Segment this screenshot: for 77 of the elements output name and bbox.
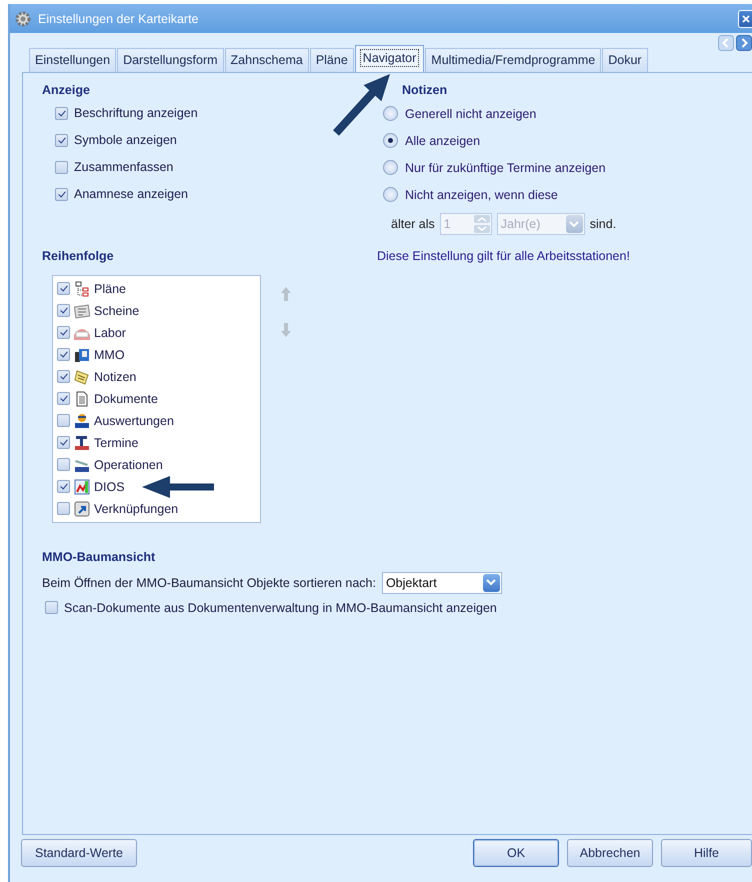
checkbox-label: Symbole anzeigen: [74, 133, 177, 148]
checkbox-label: Labor: [94, 326, 126, 340]
figure-icon: [74, 412, 90, 428]
sort-dropdown[interactable]: Objektart: [382, 572, 502, 594]
checkbox[interactable]: [57, 480, 70, 493]
checkbox[interactable]: [57, 436, 70, 449]
checkbox-label: Zusammenfassen: [74, 160, 174, 174]
checkbox-label: Operationen: [94, 458, 163, 472]
tab[interactable]: Navigator: [354, 45, 424, 72]
checkbox[interactable]: [55, 160, 68, 174]
tree-icon: [74, 280, 90, 296]
gear-icon: [14, 10, 32, 28]
checkbox-label: Scheine: [94, 304, 140, 318]
caret-icon[interactable]: [486, 579, 496, 586]
tab[interactable]: Darstellungsform: [117, 48, 224, 72]
section-heading: Reihenfolge: [42, 248, 115, 262]
tab[interactable]: Einstellungen: [29, 48, 116, 72]
checkbox[interactable]: [57, 414, 70, 427]
checkbox-label: Dokumente: [94, 392, 158, 406]
annotation-arrow: [333, 74, 390, 136]
checkbox-label: Scan-Dokumente aus Dokumentenverwaltung in MMO-Baumansicht anzeigen: [64, 600, 497, 614]
shortcut-icon: [74, 500, 90, 516]
radio-button[interactable]: [383, 160, 398, 175]
dialog-button[interactable]: Abbrechen: [567, 839, 653, 867]
checkbox-label: Notizen: [94, 370, 136, 384]
chart-icon: [74, 478, 90, 494]
checkbox[interactable]: [57, 304, 70, 317]
tab[interactable]: Zahnschema: [224, 48, 309, 72]
radio-label: Generell nicht anzeigen: [405, 106, 536, 120]
close-icon[interactable]: [742, 14, 750, 22]
form-icon: [74, 302, 90, 318]
close-button[interactable]: [738, 10, 752, 28]
checkbox[interactable]: [57, 370, 70, 383]
checkbox[interactable]: [57, 392, 70, 405]
checkbox-label: Pläne: [94, 282, 126, 296]
checkbox[interactable]: [45, 601, 58, 614]
radio-button[interactable]: [383, 133, 398, 148]
checkbox-label: Termine: [94, 436, 138, 450]
checkbox-label: DIOS: [94, 480, 125, 494]
checkbox[interactable]: [55, 188, 68, 201]
note-icon: [74, 368, 90, 384]
checkbox-label: MMO: [94, 348, 125, 362]
age-label: älter als: [391, 217, 435, 231]
dialog-button[interactable]: Hilfe: [661, 839, 752, 867]
section-heading: Notizen: [401, 83, 448, 97]
checkbox[interactable]: [57, 458, 70, 471]
checkbox-label: Anamnese anzeigen: [74, 187, 188, 202]
checkbox[interactable]: [57, 502, 70, 515]
window-title: Einstellungen der Karteikarte: [38, 12, 200, 26]
checkbox[interactable]: [57, 282, 70, 295]
tab[interactable]: Multimedia/Fremdprogramme: [425, 48, 602, 72]
checkbox[interactable]: [55, 106, 68, 120]
checkbox[interactable]: [57, 326, 70, 339]
annotation-arrow: [142, 476, 214, 498]
document-icon: [74, 390, 90, 406]
checkbox-label: Verknüpfungen: [94, 502, 178, 516]
section-heading: Anzeige: [42, 83, 91, 97]
checkbox-label: Beschriftung anzeigen: [74, 106, 198, 120]
tab[interactable]: Pläne: [310, 48, 354, 72]
age-suffix: sind.: [590, 217, 616, 231]
checkbox[interactable]: [57, 348, 70, 361]
dialog-button[interactable]: OK: [473, 839, 559, 867]
scroll-right-button[interactable]: [736, 35, 752, 51]
film-icon: [74, 346, 90, 362]
radio-label: Nicht anzeigen, wenn diese: [405, 188, 558, 202]
radio-button[interactable]: [383, 106, 398, 121]
checkbox[interactable]: [55, 134, 68, 147]
section-heading: MMO-Baumansicht: [42, 550, 156, 564]
radio-label: Alle anzeigen: [405, 134, 480, 148]
radio-button[interactable]: [383, 187, 398, 202]
calendar-icon: [74, 434, 90, 450]
radio-label: Nur für zukünftige Termine anzeigen: [405, 160, 606, 174]
info-text: Diese Einstellung gilt für alle Arbeitsstationen!: [376, 248, 630, 263]
dialog-button[interactable]: Standard-Werte: [21, 839, 137, 867]
sort-label: Beim Öffnen der MMO-Baumansicht Objekte sortieren nach:: [42, 576, 376, 590]
checkbox-label: Auswertungen: [94, 414, 174, 428]
tab[interactable]: Dokur: [602, 48, 648, 72]
